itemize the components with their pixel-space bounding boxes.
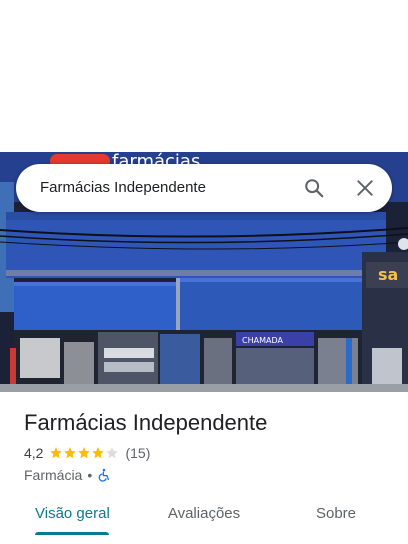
place-title: Farmácias Independente [24, 410, 268, 435]
separator: • [87, 467, 93, 483]
star-icon [64, 447, 77, 459]
star-icon [78, 447, 91, 459]
tab-sobre[interactable]: Sobre [306, 500, 366, 536]
place-category: Farmácia [24, 467, 83, 483]
banner-text: CHAMADA [242, 336, 283, 345]
active-tab-indicator [35, 532, 109, 535]
star-icon [106, 447, 119, 459]
search-input[interactable]: Farmácias Independente [40, 164, 206, 212]
tab-avaliacoes[interactable]: Avaliações [162, 500, 246, 536]
rating-row[interactable]: 4,2 (15) [24, 444, 150, 462]
place-info-panel: Farmácias Independente 4,2 (15) Farmácia… [0, 392, 408, 544]
tab-visao-geral[interactable]: Visão geral [35, 500, 110, 536]
wheelchair-icon [98, 468, 110, 482]
star-icon [92, 447, 105, 459]
category-row: Farmácia • [24, 466, 111, 484]
side-sign-text: sa [378, 265, 398, 284]
star-icon [50, 447, 63, 459]
review-count[interactable]: (15) [125, 445, 150, 461]
search-button[interactable] [298, 172, 330, 204]
rating-value: 4,2 [24, 445, 44, 461]
search-bar[interactable]: Farmácias Independente [16, 164, 392, 212]
place-tabs: Visão geral Avaliações Sobre [0, 500, 408, 536]
search-icon [305, 179, 324, 198]
rating-stars [49, 446, 119, 460]
map-blank-area [0, 0, 408, 152]
close-button[interactable] [349, 172, 381, 204]
close-icon [357, 180, 373, 196]
